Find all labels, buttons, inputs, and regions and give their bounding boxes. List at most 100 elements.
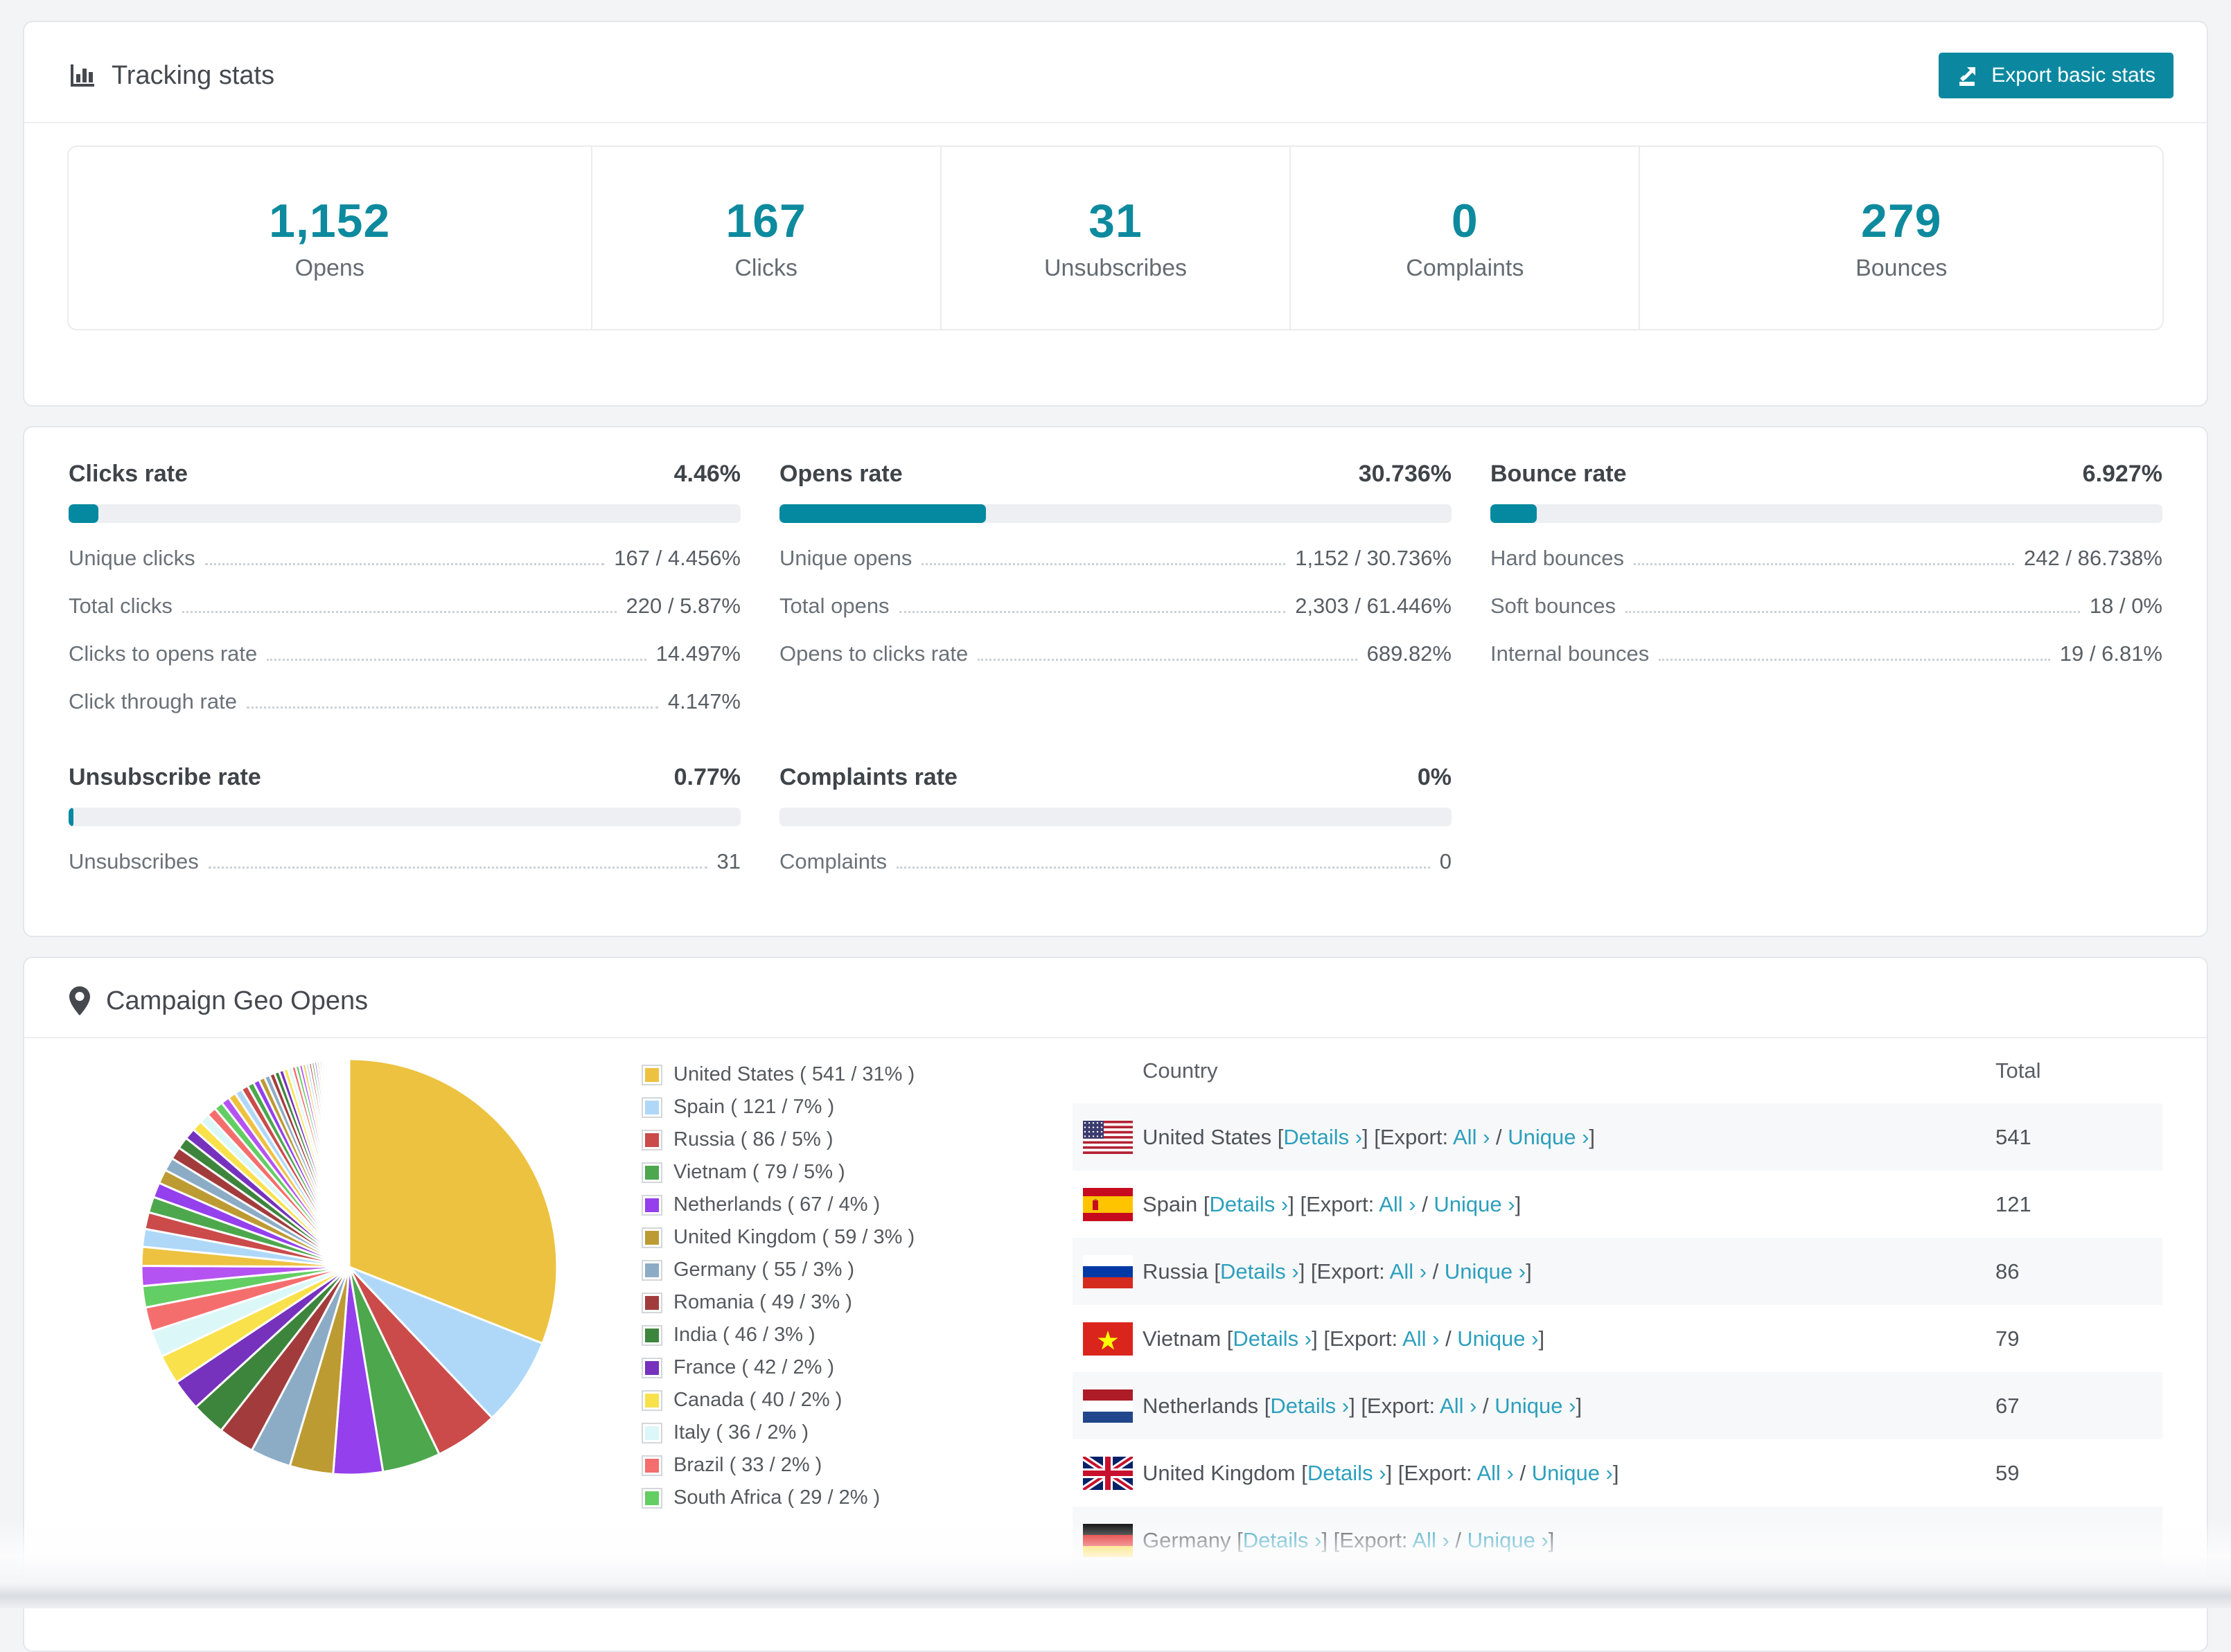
country-total: 86 — [1995, 1259, 2020, 1284]
flag-es-icon — [1083, 1187, 1133, 1221]
country-name: Vietnam — [1143, 1326, 1222, 1351]
summary-stat-opens: 1,152 Opens — [69, 147, 591, 329]
country-name: United States — [1143, 1124, 1272, 1149]
legend-item-united-kingdom: United Kingdom ( 59 / 3% ) — [642, 1226, 1057, 1249]
dotted-leader — [182, 611, 617, 613]
stat-value: 19 / 6.81% — [2059, 641, 2162, 666]
rate-progress-bar — [779, 504, 1452, 523]
country-column-header: Country — [1143, 1058, 1218, 1083]
rate-value: 0.77% — [673, 764, 741, 790]
export-all-link[interactable]: All › — [1476, 1461, 1513, 1485]
export-all-link[interactable]: All › — [1390, 1259, 1427, 1284]
map-pin-icon — [69, 986, 91, 1016]
legend-label: Netherlands ( 67 / 4% ) — [673, 1193, 881, 1216]
stat-value: 1,152 / 30.736% — [1295, 546, 1452, 570]
summary-label: Unsubscribes — [1044, 255, 1187, 281]
geo-table-row-us: United States [Details ›] [Export: All ›… — [1073, 1103, 2162, 1171]
summary-stat-clicks: 167 Clicks — [590, 147, 940, 329]
export-all-link[interactable]: All › — [1440, 1394, 1476, 1418]
stat-value: 14.497% — [655, 641, 741, 666]
geo-table-row-es: Spain [Details ›] [Export: All › / Uniqu… — [1073, 1171, 2162, 1238]
dotted-leader — [204, 563, 605, 565]
geo-table: Country Total United States [Details ›] … — [1073, 1038, 2162, 1574]
rate-title: Bounce rate — [1490, 461, 1627, 487]
summary-label: Complaints — [1406, 255, 1524, 281]
rate-progress-bar — [69, 808, 741, 826]
stat-label: Hard bounces — [1490, 546, 1625, 570]
stat-row: Clicks to opens rate 14.497% — [69, 641, 741, 666]
flag-vn-icon — [1083, 1322, 1133, 1356]
export-unique-link[interactable]: Unique › — [1434, 1192, 1515, 1216]
stat-row: Unique opens 1,152 / 30.736% — [779, 546, 1452, 571]
summary-value: 167 — [725, 195, 806, 247]
rate-progress-bar — [69, 504, 741, 523]
legend-item-france: France ( 42 / 2% ) — [642, 1356, 1057, 1379]
rate-progress-fill — [779, 504, 987, 523]
summary-label: Bounces — [1855, 255, 1948, 281]
export-unique-link[interactable]: Unique › — [1467, 1528, 1549, 1552]
export-all-link[interactable]: All › — [1379, 1192, 1416, 1216]
geo-body: United States ( 541 / 31% ) Spain ( 121 /… — [24, 1038, 2207, 1574]
geo-opens-card: Campaign Geo Opens United States ( 541 /… — [23, 957, 2208, 1652]
export-all-link[interactable]: All › — [1412, 1528, 1449, 1552]
flag-us-icon — [1083, 1120, 1133, 1154]
country-name: Netherlands — [1143, 1393, 1259, 1418]
export-unique-link[interactable]: Unique › — [1508, 1125, 1589, 1149]
country-total: 67 — [1995, 1393, 2020, 1418]
details-link[interactable]: Details › — [1233, 1326, 1312, 1351]
legend-item-india: India ( 46 / 3% ) — [642, 1324, 1057, 1347]
details-link[interactable]: Details › — [1270, 1394, 1349, 1418]
flag-cell — [1073, 1507, 1142, 1574]
stat-row: Total opens 2,303 / 61.446% — [779, 594, 1452, 619]
country-cell: Spain [Details ›] [Export: All › / Uniqu… — [1143, 1191, 1522, 1216]
legend-item-united-states: United States ( 541 / 31% ) — [642, 1063, 1057, 1086]
geo-table-row-gb: United Kingdom [Details ›] [Export: All … — [1073, 1439, 2162, 1507]
summary-value: 1,152 — [269, 195, 391, 247]
summary-label: Opens — [294, 255, 364, 281]
rate-progress-fill — [69, 808, 74, 826]
stat-value: 689.82% — [1366, 641, 1452, 666]
rate-progress-fill — [69, 504, 99, 523]
legend-item-canada: Canada ( 40 / 2% ) — [642, 1389, 1057, 1412]
rate-title: Complaints rate — [779, 764, 958, 790]
export-unique-link[interactable]: Unique › — [1494, 1394, 1576, 1418]
page: Tracking stats Export basic stats 1,152 O… — [0, 21, 2231, 1652]
dotted-leader — [1634, 563, 2015, 565]
flag-cell — [1073, 1372, 1142, 1439]
export-unique-link[interactable]: Unique › — [1532, 1461, 1613, 1485]
details-link[interactable]: Details › — [1307, 1461, 1386, 1485]
rate-block-complaints-rate: Complaints rate 0% Complaints 0 — [779, 764, 1452, 874]
rate-value: 30.736% — [1358, 461, 1452, 487]
legend-item-germany: Germany ( 55 / 3% ) — [642, 1259, 1057, 1281]
rate-progress-bar — [779, 808, 1452, 826]
dotted-leader — [246, 707, 658, 709]
export-all-link[interactable]: All › — [1453, 1125, 1490, 1149]
stat-row: Opens to clicks rate 689.82% — [779, 641, 1452, 666]
details-link[interactable]: Details › — [1243, 1528, 1322, 1552]
stat-label: Total clicks — [69, 594, 173, 618]
legend-swatch — [642, 1389, 662, 1411]
stat-label: Internal bounces — [1490, 641, 1650, 666]
export-unique-link[interactable]: Unique › — [1445, 1259, 1526, 1284]
details-link[interactable]: Details › — [1220, 1259, 1299, 1284]
legend-item-spain: Spain ( 121 / 7% ) — [642, 1096, 1057, 1119]
rate-block-opens-rate: Opens rate 30.736% Unique opens 1,152 / 30.… — [779, 461, 1452, 714]
page-title: Tracking stats — [69, 61, 274, 91]
country-cell: Vietnam [Details ›] [Export: All › / Uni… — [1143, 1326, 1545, 1351]
legend-label: Vietnam ( 79 / 5% ) — [673, 1161, 845, 1183]
dotted-leader — [1659, 659, 2050, 661]
country-cell: Netherlands [Details ›] [Export: All › /… — [1143, 1393, 1582, 1418]
legend-swatch — [642, 1487, 662, 1509]
legend-item-italy: Italy ( 36 / 2% ) — [642, 1421, 1057, 1444]
stat-value: 0 — [1439, 849, 1452, 873]
country-total: 541 — [1995, 1124, 2031, 1149]
export-unique-link[interactable]: Unique › — [1457, 1326, 1538, 1351]
export-basic-stats-button[interactable]: Export basic stats — [1939, 53, 2173, 98]
export-button-label: Export basic stats — [1991, 64, 2155, 87]
summary-stat-complaints: 0 Complaints — [1289, 147, 1639, 329]
details-link[interactable]: Details › — [1283, 1125, 1362, 1149]
export-all-link[interactable]: All › — [1402, 1326, 1439, 1351]
tracking-stats-card: Tracking stats Export basic stats 1,152 O… — [23, 21, 2208, 407]
details-link[interactable]: Details › — [1210, 1192, 1289, 1216]
legend-item-russia: Russia ( 86 / 5% ) — [642, 1128, 1057, 1151]
